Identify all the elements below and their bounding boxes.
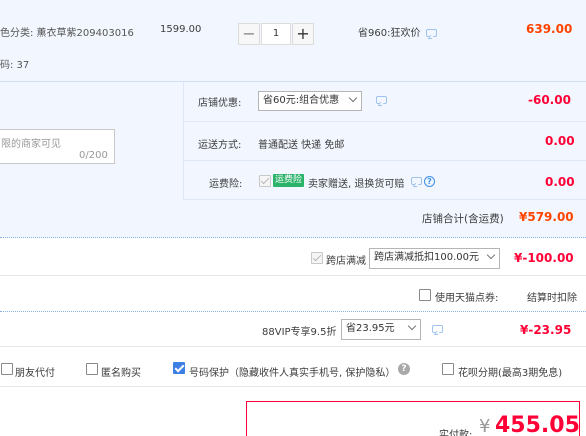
number-protect-label: 号码保护（隐藏收件人真实手机号, 保护隐私） — [189, 368, 396, 379]
divider — [0, 346, 586, 347]
friend-pay-label: 朋友代付 — [15, 368, 55, 379]
divider — [0, 386, 586, 387]
divider — [183, 160, 586, 161]
friend-pay-checkbox[interactable] — [1, 363, 13, 375]
chat-bubble-icon[interactable] — [426, 29, 437, 37]
shop-total-label: 店铺合计(含运费) — [422, 213, 504, 225]
payment-currency: ¥ — [479, 416, 491, 436]
shop-summary-panel: 限的商家可见 0/200 店铺优惠: 省60元:组合优惠 -60.00 运送方式… — [0, 82, 586, 238]
anonymous-checkbox[interactable] — [86, 363, 98, 375]
shipping-method: 普通配送 快递 免邮 — [258, 140, 345, 151]
tmall-points-note: 结算时扣除 — [527, 293, 577, 304]
chevron-down-icon — [348, 93, 358, 103]
chat-bubble-icon[interactable] — [411, 177, 422, 185]
message-placeholder: 限的商家可见 — [1, 139, 61, 150]
vip-discount-select[interactable]: 省23.95元 — [341, 319, 421, 340]
tmall-points-checkbox[interactable] — [419, 289, 431, 301]
chevron-down-icon — [407, 321, 417, 331]
divider — [0, 275, 586, 276]
sku-size-text: 码: 37 — [0, 60, 30, 71]
cross-store-amount: ¥-100.00 — [514, 251, 574, 265]
insurance-badge: 运费险 — [273, 174, 305, 187]
divider — [0, 311, 586, 312]
payment-summary-box: 实付款: ¥ 455.05 — [246, 401, 580, 436]
unit-price: 1599.00 — [160, 24, 202, 35]
payment-label: 实付款: — [439, 430, 473, 436]
divider — [183, 121, 586, 122]
payment-amount: 455.05 — [495, 413, 580, 436]
vip-amount: ¥-23.95 — [520, 323, 572, 337]
shop-discount-select-value: 省60元:组合优惠 — [263, 95, 340, 106]
promo-text: 省960:狂欢价 — [358, 28, 421, 39]
cross-store-checkbox — [311, 252, 323, 264]
shop-discount-label: 店铺优惠: — [198, 98, 242, 109]
question-circle-icon[interactable]: ? — [424, 176, 435, 187]
order-item-row: 色分类: 薰衣草紫209403016 码: 37 1599.00 − 1 + 省… — [0, 0, 586, 82]
shop-total-amount: ¥579.00 — [519, 210, 574, 224]
installment-checkbox[interactable] — [442, 363, 454, 375]
tmall-points-label: 使用天猫点券: — [435, 293, 499, 304]
shipping-label: 运送方式: — [198, 140, 242, 151]
number-protect-checkbox[interactable] — [173, 362, 185, 374]
insurance-checkbox — [259, 175, 271, 187]
message-counter: 0/200 — [79, 150, 108, 161]
item-subtotal: 639.00 — [526, 22, 573, 36]
chevron-down-icon — [486, 250, 496, 260]
shop-discount-select[interactable]: 省60元:组合优惠 — [258, 91, 362, 111]
shop-discount-amount: -60.00 — [528, 93, 571, 107]
insurance-text: 卖家赠送, 退换货可赔 — [308, 179, 405, 190]
chat-bubble-icon[interactable] — [376, 96, 387, 104]
vip-select-value: 省23.95元 — [346, 323, 395, 334]
cross-store-select-value: 跨店满减抵扣100.00元 — [374, 252, 479, 263]
vip-label: 88VIP专享9.5折 — [262, 327, 337, 338]
cross-store-label: 跨店满减 — [326, 256, 366, 267]
qty-decrease-button[interactable]: − — [238, 23, 260, 45]
insurance-amount: 0.00 — [545, 175, 575, 189]
chat-bubble-icon[interactable] — [432, 325, 443, 333]
buyer-message-input[interactable]: 限的商家可见 0/200 — [0, 129, 115, 164]
anonymous-label: 匿名购买 — [101, 368, 141, 379]
installment-label: 花呗分期(最高3期免息) — [458, 368, 563, 379]
sku-color-text: 色分类: 薰衣草紫209403016 — [0, 28, 134, 39]
qty-input[interactable]: 1 — [261, 23, 291, 45]
help-circle-icon[interactable]: ? — [398, 363, 410, 375]
insurance-label: 运费险: — [209, 179, 243, 190]
qty-increase-button[interactable]: + — [292, 23, 314, 45]
cross-store-select[interactable]: 跨店满减抵扣100.00元 — [369, 248, 500, 269]
shipping-amount: 0.00 — [545, 134, 575, 148]
divider — [183, 82, 184, 199]
divider — [183, 199, 586, 200]
